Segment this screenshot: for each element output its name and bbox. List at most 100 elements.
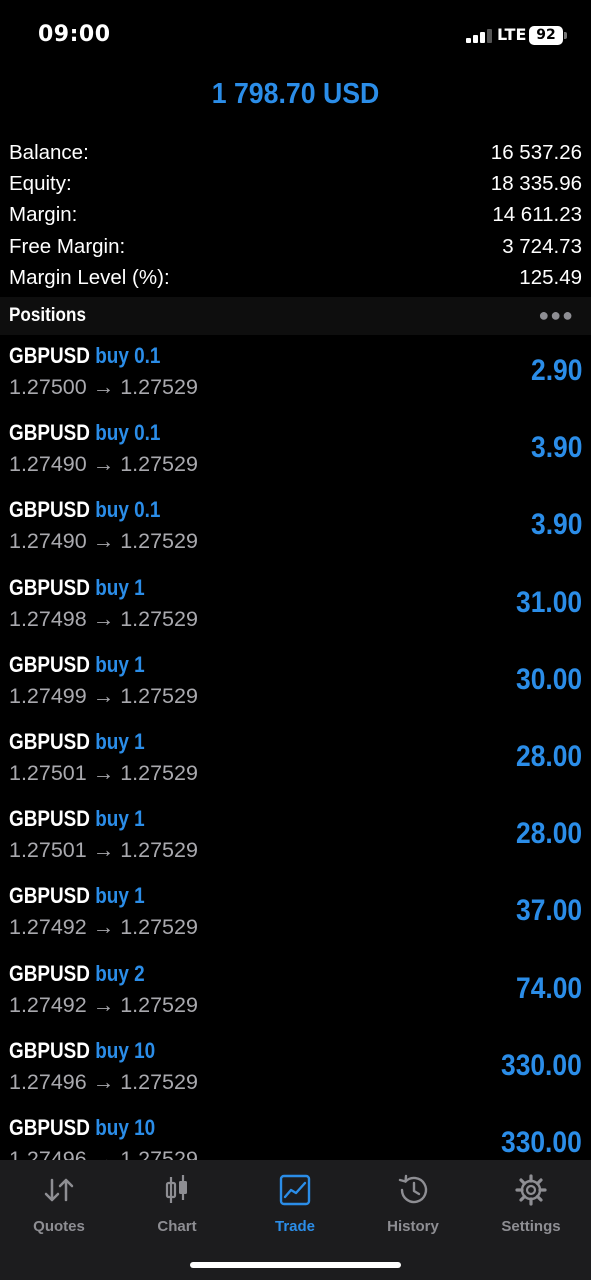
position-row[interactable]: GBPUSD buy 0.1 1.27490 → 1.27529 3.90	[0, 489, 591, 566]
arrow-right-icon: →	[92, 606, 115, 631]
settings-gear-icon	[515, 1174, 547, 1206]
free-margin-row: Free Margin: 3 724.73	[9, 231, 582, 262]
positions-header: Positions ●●●	[0, 297, 591, 335]
position-symbol: GBPUSD	[9, 883, 90, 909]
position-profit: 28.00	[515, 739, 582, 773]
position-row[interactable]: GBPUSD buy 10 1.27496 → 1.27529 330.00	[0, 1107, 591, 1161]
position-row[interactable]: GBPUSD buy 0.1 1.27490 → 1.27529 3.90	[0, 412, 591, 489]
arrow-right-icon: →	[92, 1146, 115, 1161]
position-open-price: 1.27490	[9, 452, 87, 477]
positions-list[interactable]: GBPUSD buy 0.1 1.27500 → 1.27529 2.90 GB…	[0, 335, 591, 1161]
position-profit: 2.90	[530, 354, 582, 387]
position-current-price: 1.27529	[120, 683, 198, 708]
position-row[interactable]: GBPUSD buy 0.1 1.27500 → 1.27529 2.90	[0, 335, 591, 412]
battery-icon: 92	[529, 26, 563, 45]
position-direction: buy 0.1	[95, 497, 161, 523]
equity-value: 18 335.96	[490, 172, 582, 196]
position-open-price: 1.27498	[9, 606, 87, 631]
network-type: LTE	[497, 25, 527, 44]
status-time: 09:00	[38, 22, 111, 47]
position-direction: buy 0.1	[95, 420, 161, 446]
position-symbol: GBPUSD	[9, 497, 90, 523]
position-row[interactable]: GBPUSD buy 1 1.27501 → 1.27529 28.00	[0, 721, 591, 798]
position-symbol: GBPUSD	[9, 1037, 90, 1063]
position-symbol: GBPUSD	[9, 574, 90, 600]
position-profit: 3.90	[530, 508, 582, 542]
position-row[interactable]: GBPUSD buy 1 1.27498 → 1.27529 31.00	[0, 567, 591, 644]
position-row[interactable]: GBPUSD buy 1 1.27499 → 1.27529 30.00	[0, 644, 591, 721]
arrow-right-icon: →	[92, 375, 115, 399]
history-clock-icon	[398, 1174, 428, 1204]
position-current-price: 1.27529	[120, 529, 198, 554]
positions-title: Positions	[9, 305, 86, 326]
position-open-price: 1.27501	[9, 760, 87, 785]
position-profit: 31.00	[515, 585, 582, 619]
position-current-price: 1.27529	[120, 375, 198, 399]
position-row[interactable]: GBPUSD buy 2 1.27492 → 1.27529 74.00	[0, 953, 591, 1030]
position-direction: buy 1	[95, 574, 145, 600]
tab-history[interactable]: History	[354, 1170, 472, 1240]
tab-trade[interactable]: Trade	[236, 1170, 354, 1240]
battery-tip	[564, 32, 567, 39]
position-profit: 28.00	[515, 817, 582, 851]
position-row[interactable]: GBPUSD buy 10 1.27496 → 1.27529 330.00	[0, 1030, 591, 1107]
quotes-arrows-icon	[44, 1178, 74, 1202]
margin-level-label: Margin Level (%):	[9, 266, 170, 290]
position-row[interactable]: GBPUSD buy 1 1.27492 → 1.27529 37.00	[0, 875, 591, 952]
position-direction: buy 2	[95, 960, 145, 986]
position-row[interactable]: GBPUSD buy 1 1.27501 → 1.27529 28.00	[0, 798, 591, 875]
position-symbol: GBPUSD	[9, 651, 90, 677]
tab-settings[interactable]: Settings	[472, 1170, 590, 1240]
position-open-price: 1.27496	[9, 1069, 87, 1094]
position-direction: buy 0.1	[95, 343, 161, 368]
position-direction: buy 1	[95, 728, 145, 754]
position-open-price: 1.27496	[9, 1146, 87, 1161]
total-profit: 1 798.70 USD	[211, 78, 380, 110]
position-profit: 30.00	[515, 662, 582, 696]
position-current-price: 1.27529	[120, 838, 198, 863]
trade-line-chart-icon	[279, 1174, 311, 1206]
position-symbol: GBPUSD	[9, 343, 90, 368]
arrow-right-icon: →	[92, 1069, 115, 1094]
position-symbol: GBPUSD	[9, 960, 90, 986]
arrow-right-icon: →	[92, 683, 115, 708]
position-current-price: 1.27529	[120, 1146, 198, 1161]
position-current-price: 1.27529	[120, 760, 198, 785]
free-margin-label: Free Margin:	[9, 234, 126, 258]
position-profit: 330.00	[501, 1125, 582, 1159]
tab-chart[interactable]: Chart	[118, 1170, 236, 1240]
equity-row: Equity: 18 335.96	[9, 168, 582, 199]
position-open-price: 1.27500	[9, 375, 87, 399]
signal-strength-icon	[466, 29, 492, 43]
position-symbol: GBPUSD	[9, 806, 90, 832]
position-current-price: 1.27529	[120, 1069, 198, 1094]
tab-label: History	[387, 1218, 439, 1235]
position-direction: buy 1	[95, 651, 145, 677]
position-symbol: GBPUSD	[9, 728, 90, 754]
position-current-price: 1.27529	[120, 915, 198, 940]
position-open-price: 1.27501	[9, 838, 87, 863]
home-indicator[interactable]	[190, 1262, 401, 1268]
arrow-right-icon: →	[92, 452, 115, 477]
arrow-right-icon: →	[92, 760, 115, 785]
tab-label: Settings	[501, 1218, 561, 1235]
tab-label: Trade	[274, 1218, 316, 1235]
position-symbol: GBPUSD	[9, 1114, 90, 1140]
position-current-price: 1.27529	[120, 606, 198, 631]
margin-value: 14 611.23	[492, 203, 582, 227]
position-open-price: 1.27499	[9, 683, 87, 708]
tab-label: Chart	[157, 1218, 197, 1235]
position-profit: 37.00	[515, 894, 582, 928]
position-profit: 74.00	[515, 971, 582, 1005]
arrow-right-icon: →	[92, 915, 115, 940]
position-direction: buy 1	[95, 806, 145, 832]
equity-label: Equity:	[9, 172, 72, 196]
arrow-right-icon: →	[92, 529, 115, 554]
position-profit: 330.00	[501, 1048, 582, 1082]
position-profit: 3.90	[530, 431, 582, 465]
tab-quotes[interactable]: Quotes	[0, 1170, 118, 1240]
candlestick-chart-icon	[165, 1175, 187, 1203]
more-dots-icon[interactable]: ●●●	[538, 305, 574, 326]
position-symbol: GBPUSD	[9, 420, 90, 446]
balance-row: Balance: 16 537.26	[9, 137, 582, 168]
